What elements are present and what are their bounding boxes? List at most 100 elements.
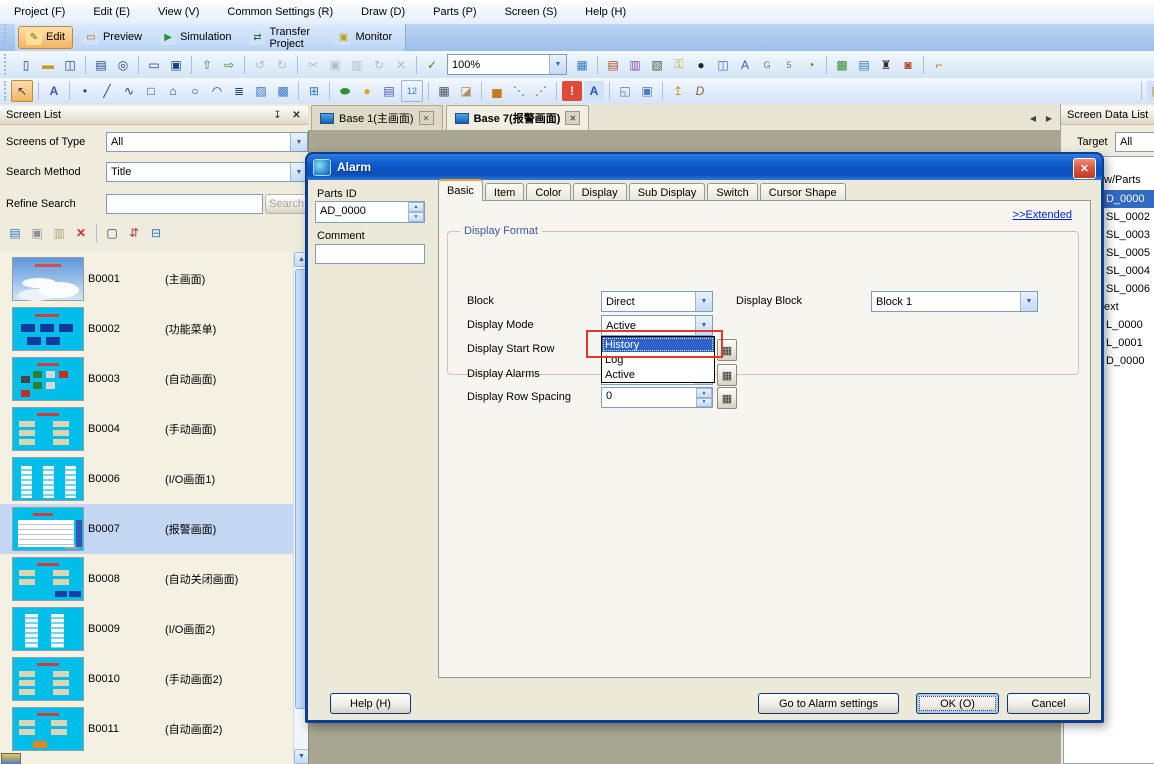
tab-basic[interactable]: Basic	[438, 179, 483, 201]
screen-row-b0007-selected[interactable]: B0007 (报警画面)	[0, 504, 293, 554]
hierarchy-view-icon[interactable]	[146, 223, 166, 243]
pin-icon[interactable]	[270, 108, 285, 122]
hand-tool-icon[interactable]	[668, 81, 688, 101]
parts-state-icon[interactable]	[625, 55, 645, 75]
sampling-part-icon[interactable]	[456, 81, 476, 101]
preview-screen-icon[interactable]	[102, 223, 122, 243]
close-icon[interactable]	[289, 108, 304, 122]
cut-icon[interactable]	[303, 55, 323, 75]
arc-tool-icon[interactable]	[207, 81, 227, 101]
bar-graph-part-icon[interactable]	[487, 81, 507, 101]
package-tool-icon[interactable]	[1147, 81, 1154, 101]
display-row-spacing-field[interactable]: 0	[601, 387, 713, 408]
parts-id-field[interactable]: AD_0000	[315, 201, 425, 223]
tab-scroll-left-icon[interactable]	[1026, 111, 1040, 126]
date-part-icon[interactable]	[401, 80, 423, 102]
tab-cursor-shape[interactable]: Cursor Shape	[760, 183, 846, 201]
ellipse-tool-icon[interactable]	[185, 81, 205, 101]
tab-switch[interactable]: Switch	[707, 183, 757, 201]
screen-row-b0011[interactable]: B0011 (自动画面2)	[0, 704, 293, 754]
close-dialog-icon[interactable]	[1073, 158, 1096, 179]
wrench-tool-icon[interactable]	[929, 55, 949, 75]
text-table-icon[interactable]	[735, 55, 755, 75]
new-screen-icon[interactable]	[5, 223, 25, 243]
scale-tool-icon[interactable]	[229, 81, 249, 101]
search-method-combo[interactable]: Title	[106, 162, 308, 182]
close-tab-icon[interactable]	[565, 111, 580, 125]
polygon-tool-icon[interactable]	[163, 81, 183, 101]
alarm-clock-icon[interactable]	[801, 55, 821, 75]
send-up-icon[interactable]	[197, 55, 217, 75]
repeat-icon[interactable]	[369, 55, 389, 75]
d-script-tool-icon[interactable]	[690, 81, 710, 101]
parts-list-icon[interactable]	[603, 55, 623, 75]
toolbar-grip[interactable]	[4, 54, 11, 76]
screen-row-b0004[interactable]: B0004 (手动画面)	[0, 404, 293, 454]
polyline-tool-icon[interactable]	[119, 81, 139, 101]
paste-icon[interactable]	[347, 55, 367, 75]
chevron-down-icon[interactable]	[695, 292, 712, 311]
screen-row-b0001[interactable]: B0001 (主画面)	[0, 254, 293, 304]
line-graph-part-icon[interactable]	[531, 81, 551, 101]
screen-row-b0002[interactable]: B0002 (功能菜单)	[0, 304, 293, 354]
menu-project[interactable]: Project (F)	[14, 6, 65, 18]
select-tool-icon[interactable]	[11, 80, 33, 102]
copy-screen-icon[interactable]	[166, 55, 186, 75]
extended-link[interactable]: >>Extended	[1013, 209, 1072, 221]
screen-row-b0008[interactable]: B0008 (自动关闭画面)	[0, 554, 293, 604]
cross-ref-up-icon[interactable]	[757, 55, 777, 75]
keypad-part-icon[interactable]	[434, 81, 454, 101]
target-combo[interactable]: All	[1115, 132, 1154, 152]
alarm-dialog-titlebar[interactable]: Alarm	[307, 154, 1102, 180]
scatter-graph-part-icon[interactable]	[509, 81, 529, 101]
close-tab-icon[interactable]	[419, 111, 434, 125]
screen-row-b0003[interactable]: B0003 (自动画面)	[0, 354, 293, 404]
monitor-tool-icon[interactable]	[898, 55, 918, 75]
text-tool-icon[interactable]	[44, 81, 64, 101]
tab-color[interactable]: Color	[526, 183, 570, 201]
dot-tool-icon[interactable]	[75, 81, 95, 101]
cancel-button[interactable]: Cancel	[1007, 693, 1090, 714]
screen-change-icon[interactable]	[713, 55, 733, 75]
screens-of-type-combo[interactable]: All	[106, 132, 308, 152]
send-down-icon[interactable]	[219, 55, 239, 75]
memory-view-icon[interactable]	[876, 55, 896, 75]
menu-view[interactable]: View (V)	[158, 6, 199, 18]
undo-icon[interactable]	[250, 55, 270, 75]
zoom-combo[interactable]: 100%	[447, 54, 567, 75]
tab-item[interactable]: Item	[485, 183, 524, 201]
paste-screen-icon[interactable]	[49, 223, 69, 243]
goto-alarm-settings-button[interactable]: Go to Alarm settings	[758, 693, 899, 714]
block-combo[interactable]: Direct	[601, 291, 713, 312]
row-spacing-spinner[interactable]	[696, 388, 712, 407]
alarm-part-icon[interactable]	[562, 81, 582, 101]
copy-icon[interactable]	[325, 55, 345, 75]
switch-part-icon[interactable]	[335, 81, 355, 101]
save-project-icon[interactable]	[60, 55, 80, 75]
error-check-icon[interactable]	[422, 55, 442, 75]
toolbar-grip[interactable]	[4, 81, 6, 102]
redo-icon[interactable]	[272, 55, 292, 75]
table-tool-icon[interactable]	[304, 81, 324, 101]
spin-up-icon[interactable]	[408, 202, 424, 212]
logic-edit-icon[interactable]	[854, 55, 874, 75]
menu-screen[interactable]: Screen (S)	[505, 6, 558, 18]
window-part-icon[interactable]	[615, 81, 635, 101]
spin-up-icon[interactable]	[696, 388, 712, 398]
delete-screen-icon[interactable]	[71, 223, 91, 243]
message-part-icon[interactable]	[379, 81, 399, 101]
tab-sub-display[interactable]: Sub Display	[629, 183, 706, 201]
menu-draw[interactable]: Draw (D)	[361, 6, 405, 18]
text-display-part-icon[interactable]	[584, 81, 604, 101]
help-button[interactable]: Help (H)	[330, 693, 411, 714]
spin-down-icon[interactable]	[696, 398, 712, 408]
chevron-down-icon[interactable]	[549, 55, 566, 74]
new-file-icon[interactable]	[16, 55, 36, 75]
transfer-tool-icon[interactable]	[832, 55, 852, 75]
menu-edit[interactable]: Edit (E)	[93, 6, 130, 18]
tab-scroll-right-icon[interactable]	[1042, 111, 1056, 126]
new-screen-icon[interactable]	[144, 55, 164, 75]
print-preview-icon[interactable]	[113, 55, 133, 75]
screen-row-b0006[interactable]: B0006 (I/O画面1)	[0, 454, 293, 504]
toolbar-grip[interactable]	[4, 24, 11, 46]
